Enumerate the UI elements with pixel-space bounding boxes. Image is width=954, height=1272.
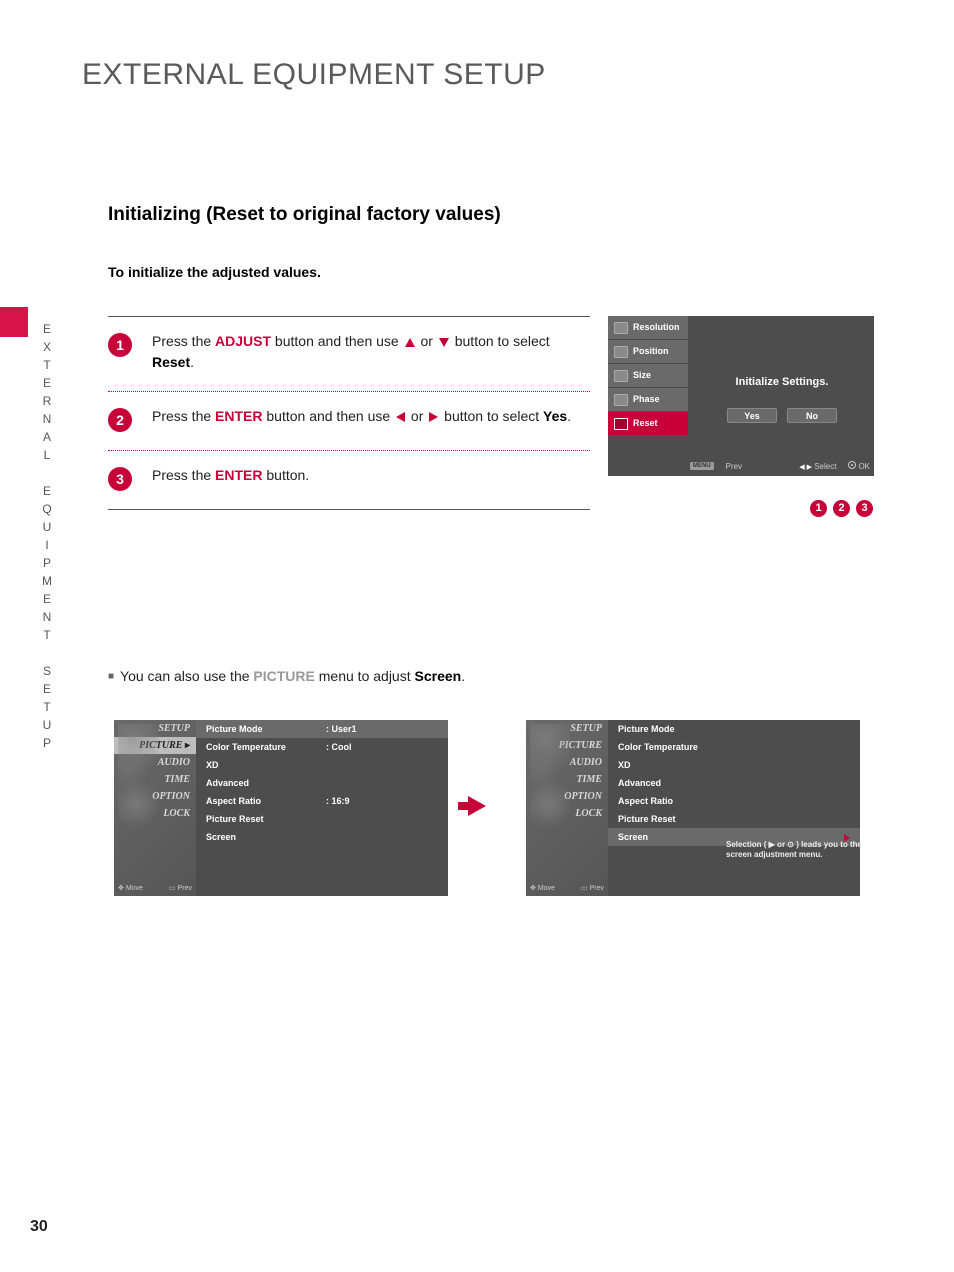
osd-sidebar: Resolution Position Size Phase Reset xyxy=(608,316,688,436)
picture-menu-a: SETUP PICTURE ▸ AUDIO TIME OPTION LOCK ✥… xyxy=(114,720,448,896)
row-xd[interactable]: XD xyxy=(608,756,860,774)
row-advanced[interactable]: Advanced xyxy=(608,774,860,792)
note-line: ■You can also use the PICTURE menu to ad… xyxy=(108,668,465,684)
page-number: 30 xyxy=(30,1218,48,1236)
osd-no-button[interactable]: No xyxy=(787,408,837,423)
menu-sidebar: SETUP PICTURE AUDIO TIME OPTION LOCK ✥ M… xyxy=(526,720,608,896)
osd-select-label: Select xyxy=(814,462,836,471)
osd-prev-label: Prev xyxy=(726,462,742,471)
menu-hint: Selection ( ▶ or ⊙ ) leads you to the sc… xyxy=(726,840,876,861)
row-screen[interactable]: Screen xyxy=(196,828,448,846)
row-picture-reset[interactable]: Picture Reset xyxy=(608,810,860,828)
osd-item-reset[interactable]: Reset xyxy=(608,412,688,435)
row-xd[interactable]: XD xyxy=(196,756,448,774)
menu-main: Picture Mode: User1 Color Temperature: C… xyxy=(196,720,448,896)
step-3: 3 Press the ENTER button. xyxy=(108,451,590,509)
menu-chip: MENU xyxy=(690,462,714,470)
osd-title: Initialize Settings. xyxy=(690,376,874,388)
osd-item-size[interactable]: Size xyxy=(608,364,688,387)
osd-footer: MENU Prev ◀ ▶ Select OK xyxy=(690,459,870,473)
row-picture-mode[interactable]: Picture Mode: User1 xyxy=(196,720,448,738)
row-aspect[interactable]: Aspect Ratio xyxy=(608,792,860,810)
step-text: Press the ADJUST button and then use or … xyxy=(152,331,590,373)
ref-badge: 3 xyxy=(856,500,873,517)
menu-sidebar: SETUP PICTURE ▸ AUDIO TIME OPTION LOCK ✥… xyxy=(114,720,196,896)
row-color-temp[interactable]: Color Temperature: Cool xyxy=(196,738,448,756)
row-advanced[interactable]: Advanced xyxy=(196,774,448,792)
osd-ok-label: OK xyxy=(858,462,870,471)
menu-main: Picture Mode Color Temperature XD Advanc… xyxy=(608,720,860,896)
up-icon xyxy=(405,338,415,347)
ref-badge: 2 xyxy=(833,500,850,517)
position-icon xyxy=(614,346,628,358)
page-title: EXTERNAL EQUIPMENT SETUP xyxy=(82,58,546,92)
row-picture-reset[interactable]: Picture Reset xyxy=(196,810,448,828)
left-icon xyxy=(396,412,405,422)
side-label: EXTERNAL EQUIPMENT SETUP xyxy=(40,322,54,754)
osd-item-resolution[interactable]: Resolution xyxy=(608,316,688,339)
reset-icon xyxy=(614,418,628,430)
osd-panel: Resolution Position Size Phase Reset Ini… xyxy=(608,316,874,476)
step-1: 1 Press the ADJUST button and then use o… xyxy=(108,317,590,392)
step-badge: 1 xyxy=(108,333,132,357)
steps-block: 1 Press the ADJUST button and then use o… xyxy=(108,316,590,510)
phase-icon xyxy=(614,394,628,406)
step-2: 2 Press the ENTER button and then use or… xyxy=(108,392,590,451)
row-picture-mode[interactable]: Picture Mode xyxy=(608,720,860,738)
osd-item-phase[interactable]: Phase xyxy=(608,388,688,411)
osd-item-position[interactable]: Position xyxy=(608,340,688,363)
margin-tab xyxy=(0,307,28,337)
ok-icon xyxy=(848,461,856,469)
ref-badge: 1 xyxy=(810,500,827,517)
section-heading: Initializing (Reset to original factory … xyxy=(108,204,501,226)
right-icon xyxy=(429,412,438,422)
step-badge: 2 xyxy=(108,408,132,432)
resolution-icon xyxy=(614,322,628,334)
osd-yes-button[interactable]: Yes xyxy=(727,408,777,423)
row-aspect[interactable]: Aspect Ratio: 16:9 xyxy=(196,792,448,810)
size-icon xyxy=(614,370,628,382)
step-badge: 3 xyxy=(108,467,132,491)
picture-menu-b: SETUP PICTURE AUDIO TIME OPTION LOCK ✥ M… xyxy=(526,720,860,896)
osd-content: Initialize Settings. Yes No xyxy=(690,316,874,456)
step-reference-badges: 1 2 3 xyxy=(810,500,873,517)
step-text: Press the ENTER button and then use or b… xyxy=(152,406,571,427)
arrow-icon xyxy=(468,796,486,816)
step-text: Press the ENTER button. xyxy=(152,465,309,486)
row-color-temp[interactable]: Color Temperature xyxy=(608,738,860,756)
section-sub: To initialize the adjusted values. xyxy=(108,264,321,280)
down-icon xyxy=(439,338,449,347)
